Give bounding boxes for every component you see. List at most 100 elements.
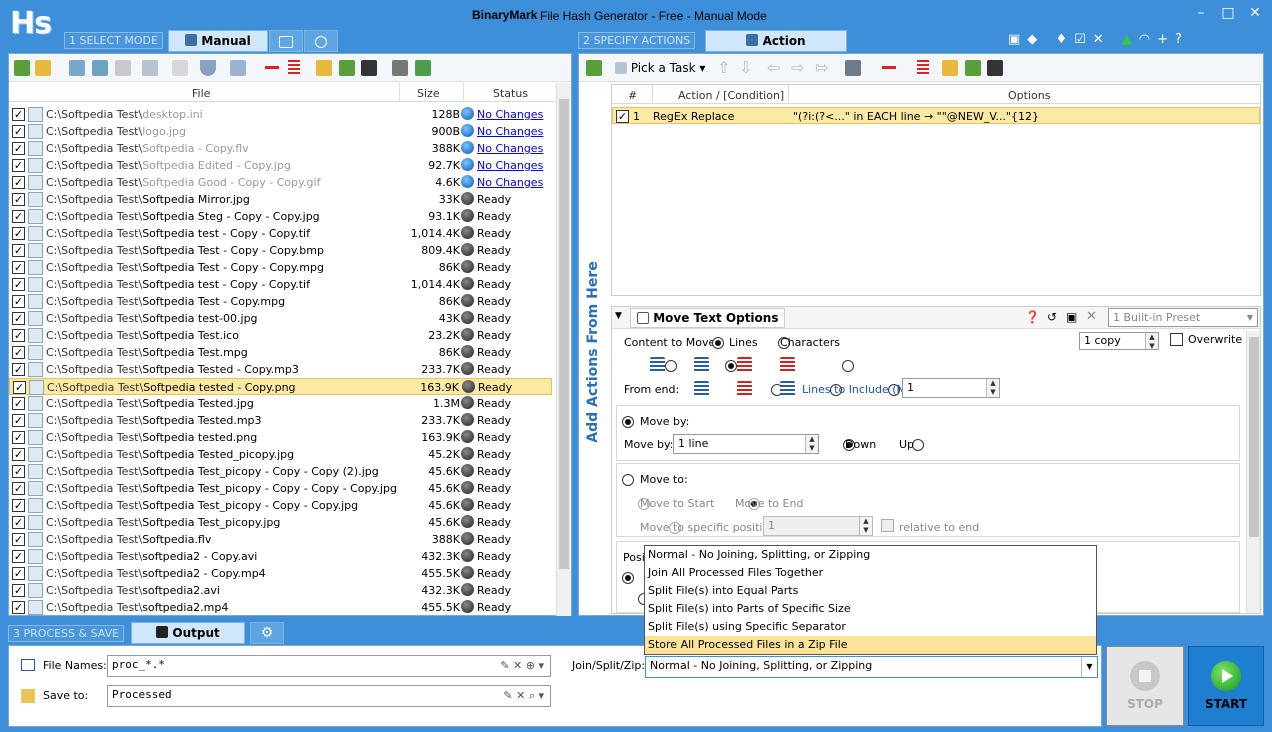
tab-process-settings[interactable]: ⚙ xyxy=(250,622,284,644)
file-row[interactable]: ✓ C:\Softpedia Test\Softpedia Good - Copy… xyxy=(9,174,552,191)
file-row[interactable]: ✓ C:\Softpedia Test\Softpedia Test - Copy… xyxy=(9,242,552,259)
file-row[interactable]: ✓ C:\Softpedia Test\Softpedia tested.png 1… xyxy=(9,429,552,446)
range-radio-2[interactable] xyxy=(724,360,737,372)
reset-icon[interactable]: ↺ xyxy=(1047,310,1057,324)
join-option-selected[interactable]: Store All Processed Files in a Zip File xyxy=(645,636,1096,654)
position-spinner[interactable]: ▲ ▼ xyxy=(859,517,872,535)
join-option[interactable]: Join All Processed Files Together xyxy=(645,564,1096,582)
stop-button[interactable]: STOP xyxy=(1106,646,1184,726)
file-row[interactable]: ✓ C:\Softpedia Test\Softpedia Test.ico 23.… xyxy=(9,327,552,344)
file-row[interactable]: ✓ C:\Softpedia Test\Softpedia Steg - Copy… xyxy=(9,208,552,225)
file-row[interactable]: ✓ C:\Softpedia Test\softpedia2 - Copy.avi… xyxy=(9,548,552,565)
remove-all-actions-icon[interactable] xyxy=(917,60,929,74)
file-row[interactable]: ✓ C:\Softpedia Test\Softpedia Edited - Co… xyxy=(9,157,552,174)
file-row[interactable]: ✓ C:\Softpedia Test\Softpedia Tested.mp3 2… xyxy=(9,412,552,429)
file-row[interactable]: ✓ C:\Softpedia Test\Softpedia.flv 388K Read… xyxy=(9,531,552,548)
pick-task-button[interactable]: Pick a Task ▾ xyxy=(615,60,705,76)
file-checkbox[interactable]: ✓ xyxy=(12,193,25,206)
file-row[interactable]: ✓ C:\Softpedia Test\softpedia2 - Copy.mp4… xyxy=(9,565,552,582)
file-row[interactable]: ✓ C:\Softpedia Test\softpedia2.avi 432.3K R… xyxy=(9,582,552,599)
options-scrollbar-thumb[interactable] xyxy=(1249,337,1259,537)
file-checkbox[interactable]: ✓ xyxy=(12,397,25,410)
remove-all-icon[interactable] xyxy=(288,60,300,74)
preset-select[interactable]: 1 Built-in Preset ▼ xyxy=(1108,308,1258,327)
file-checkbox[interactable]: ✓ xyxy=(12,533,25,546)
join-split-zip-select[interactable]: Normal - No Joining, Splitting, or Zippi… xyxy=(645,656,1098,678)
file-checkbox[interactable]: ✓ xyxy=(12,210,25,223)
file-status[interactable]: No Changes xyxy=(461,140,543,157)
file-status[interactable]: No Changes xyxy=(461,123,543,140)
checklist-icon[interactable]: ☑ xyxy=(1074,32,1093,47)
file-row[interactable]: ✓ C:\Softpedia Test\softpedia2.mp4 455.5K R… xyxy=(9,599,552,616)
file-checkbox[interactable]: ✓ xyxy=(12,159,25,172)
options-scrollbar[interactable] xyxy=(1246,331,1260,613)
scrollbar-thumb[interactable] xyxy=(559,99,569,569)
wifi-icon[interactable]: ◠ xyxy=(1139,32,1157,47)
file-checkbox[interactable]: ✓ xyxy=(12,295,25,308)
position-radio-1[interactable] xyxy=(622,572,634,584)
help-icon[interactable]: ? xyxy=(1175,32,1189,47)
move-by-input[interactable]: 1 line ▲ ▼ xyxy=(673,434,819,454)
file-checkbox[interactable]: ✓ xyxy=(12,448,25,461)
nest-icon[interactable]: ⇰ xyxy=(815,58,828,77)
export-icon[interactable] xyxy=(392,60,408,76)
lines-radio[interactable] xyxy=(712,337,724,349)
close-button[interactable]: ✕ xyxy=(1242,3,1268,23)
file-checkbox[interactable]: ✓ xyxy=(12,431,25,444)
file-names-input[interactable]: proc_*.* ✎ ✕ ⊕ ▾ xyxy=(107,655,551,677)
file-checkbox[interactable]: ✓ xyxy=(12,278,25,291)
plus-icon[interactable]: + xyxy=(1157,32,1175,47)
column-file[interactable]: File xyxy=(192,87,210,100)
file-row[interactable]: ✓ C:\Softpedia Test\Softpedia Test_picopy… xyxy=(9,480,552,497)
move-down-icon[interactable]: ⇩ xyxy=(739,58,752,77)
move-up-icon[interactable]: ⇧ xyxy=(717,58,730,77)
file-checkbox[interactable]: ✓ xyxy=(12,482,25,495)
file-row[interactable]: ✓ C:\Softpedia Test\Softpedia - Copy.flv 3… xyxy=(9,140,552,157)
file-checkbox[interactable]: ✓ xyxy=(12,584,25,597)
file-checkbox[interactable]: ✓ xyxy=(12,516,25,529)
file-checkbox[interactable]: ✓ xyxy=(12,567,25,580)
range-radio-1[interactable] xyxy=(665,360,677,372)
action-row[interactable]: ✓ 1 RegEx Replace "(?i:(?<..." in EACH l… xyxy=(612,107,1260,124)
file-row[interactable]: ✓ C:\Softpedia Test\Softpedia Test - Copy… xyxy=(9,293,552,310)
file-row[interactable]: ✓ C:\Softpedia Test\logo.jpg 900B No Change… xyxy=(9,123,552,140)
join-option[interactable]: Normal - No Joining, Splitting, or Zippi… xyxy=(645,546,1096,564)
file-checkbox[interactable]: ✓ xyxy=(12,346,25,359)
join-option[interactable]: Split File(s) into Equal Parts xyxy=(645,582,1096,600)
file-row[interactable]: ✓ C:\Softpedia Test\Softpedia test - Copy… xyxy=(9,225,552,242)
copy-icon[interactable] xyxy=(115,60,131,76)
help-circle-icon[interactable]: ❓ xyxy=(1025,310,1040,324)
file-row[interactable]: ✓ C:\Softpedia Test\Softpedia Tested - Co… xyxy=(9,361,552,378)
bulb-icon[interactable]: ♦ xyxy=(1055,32,1074,47)
add-list-icon[interactable] xyxy=(92,60,108,76)
tab-output-settings[interactable]: Output Settings xyxy=(131,622,245,660)
column-size[interactable]: Size xyxy=(417,87,440,100)
load-sequence-icon[interactable] xyxy=(965,60,981,76)
file-checkbox[interactable]: ✓ xyxy=(12,227,25,240)
file-row[interactable]: ✓ C:\Softpedia Test\Softpedia Test - Copy… xyxy=(9,259,552,276)
update-icon[interactable]: ▲ xyxy=(1122,32,1139,47)
file-status[interactable]: No Changes xyxy=(461,174,543,191)
file-checkbox[interactable]: ✓ xyxy=(12,499,25,512)
open-sequence-icon[interactable] xyxy=(942,60,958,76)
range-radio-4[interactable] xyxy=(841,360,854,372)
file-checkbox[interactable]: ✓ xyxy=(12,261,25,274)
file-row[interactable]: ✓ C:\Softpedia Test\Softpedia Tested_pico… xyxy=(9,446,552,463)
search-add-icon[interactable] xyxy=(69,60,85,76)
tab-folder-watch[interactable] xyxy=(269,30,303,52)
file-checkbox[interactable]: ✓ xyxy=(12,329,25,342)
save-sequence-icon[interactable] xyxy=(987,60,1003,76)
copies-input[interactable]: 1 copy ▲ ▼ xyxy=(1079,332,1159,350)
file-row[interactable]: ✓ C:\Softpedia Test\Softpedia Test_picopy… xyxy=(9,463,552,480)
add-actions-strip[interactable]: Add Actions From Here xyxy=(581,84,607,614)
add-action-icon[interactable] xyxy=(586,60,602,76)
column-status[interactable]: Status xyxy=(493,87,528,100)
join-option[interactable]: Split File(s) using Specific Separator xyxy=(645,618,1096,636)
file-checkbox[interactable]: ✓ xyxy=(12,244,25,257)
file-row[interactable]: ✓ C:\Softpedia Test\Softpedia tested - Co… xyxy=(9,378,552,395)
file-checkbox[interactable]: ✓ xyxy=(12,550,25,563)
select-icon[interactable] xyxy=(142,60,158,76)
delete-preset-icon[interactable]: ✕ xyxy=(1086,309,1097,324)
file-row[interactable]: ✓ C:\Softpedia Test\Softpedia test-00.jpg… xyxy=(9,310,552,327)
shield-icon[interactable]: ◆ xyxy=(1027,32,1044,47)
